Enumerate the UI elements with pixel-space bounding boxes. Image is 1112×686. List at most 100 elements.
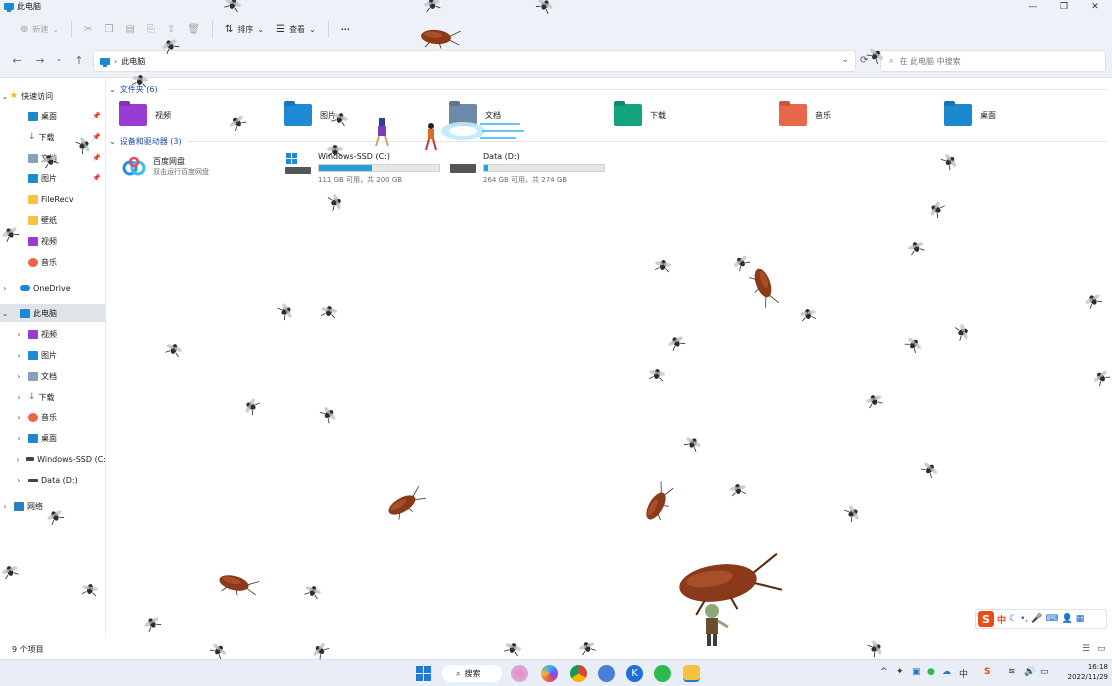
k-app-icon[interactable]: K <box>626 665 643 682</box>
recent-chevron-icon[interactable]: ⌄ <box>52 54 66 63</box>
group-divider <box>167 89 1107 90</box>
file-explorer-icon[interactable] <box>683 665 700 682</box>
sidebar-this-pc[interactable]: ⌄ 此电脑 <box>0 304 106 322</box>
document-folder-icon <box>449 104 477 126</box>
sidebar-item-documents[interactable]: 文档 📌 <box>0 149 106 167</box>
folder-desktop[interactable]: 桌面 <box>944 101 996 129</box>
sidebar-pc-desktop[interactable]: › 桌面 <box>0 429 106 447</box>
wifi-icon[interactable]: ≋ <box>1008 667 1016 677</box>
forward-arrow-icon[interactable]: → <box>33 54 47 67</box>
sidebar-quick-access[interactable]: ⌄ ★ 快速访问 <box>0 87 106 105</box>
address-bar[interactable]: › 此电脑 ⌄ <box>93 50 856 72</box>
folder-downloads[interactable]: 下载 <box>614 101 666 129</box>
expand-chevron-icon[interactable]: ⌄ <box>0 309 10 318</box>
details-view-icon[interactable]: ☰ <box>1082 644 1090 654</box>
pin-icon: 📌 <box>92 112 101 120</box>
battery-icon[interactable]: ▭ <box>1040 667 1049 677</box>
copy-button[interactable]: ❐ <box>98 18 119 40</box>
sort-button[interactable]: ⇅ 排序 ⌄ <box>219 18 270 40</box>
search-input[interactable]: ⌕ 在 此电脑 中搜索 <box>880 50 1106 72</box>
drive-d[interactable]: Data (D:) 264 GB 可用，共 274 GB <box>449 152 605 185</box>
expand-chevron-icon[interactable]: › <box>14 476 24 485</box>
sidebar-pc-drive-d[interactable]: › Data (D:) <box>0 471 106 489</box>
punctuation-icon[interactable]: •, <box>1020 614 1028 624</box>
address-dropdown-icon[interactable]: ⌄ <box>841 55 849 65</box>
delete-button[interactable]: 🗑 <box>181 18 206 40</box>
chrome-icon[interactable] <box>570 665 587 682</box>
tray-ime-mode-icon[interactable]: 中 <box>959 667 968 680</box>
sidebar-pc-pictures[interactable]: › 图片 <box>0 346 106 364</box>
sidebar-network[interactable]: › 网络 <box>0 497 106 515</box>
microphone-icon[interactable]: 🎤 <box>1031 614 1042 624</box>
expand-chevron-icon[interactable]: › <box>14 351 24 360</box>
rename-button[interactable]: ⎘ <box>141 18 161 40</box>
photos-app-icon[interactable] <box>541 665 558 682</box>
expand-chevron-icon[interactable]: ⌄ <box>0 92 10 101</box>
tray-cloud-icon[interactable]: ☁ <box>942 667 951 677</box>
back-arrow-icon[interactable]: ← <box>10 54 24 67</box>
sidebar-item-downloads[interactable]: ↓ 下载 📌 <box>0 128 106 146</box>
browser-app-icon[interactable] <box>598 665 615 682</box>
expand-chevron-icon[interactable]: › <box>14 455 22 464</box>
sidebar-pc-documents[interactable]: › 文档 <box>0 367 106 385</box>
folder-videos[interactable]: 视频 <box>119 101 171 129</box>
sidebar-pc-downloads[interactable]: › ↓ 下载 <box>0 388 106 406</box>
up-arrow-icon[interactable]: ↑ <box>72 54 86 67</box>
sidebar-item-wallpaper[interactable]: 壁纸 <box>0 211 106 229</box>
folders-group-header[interactable]: ⌄ 文件夹 (6) <box>109 82 158 96</box>
breadcrumb[interactable]: 此电脑 <box>121 56 145 67</box>
sidebar-item-music[interactable]: 音乐 <box>0 253 106 271</box>
view-button[interactable]: ☰ 查看 ⌄ <box>270 18 322 40</box>
more-button[interactable]: ··· <box>335 18 356 40</box>
minimize-button[interactable]: — <box>1018 0 1048 13</box>
tray-overflow-icon[interactable]: ^ <box>880 667 888 677</box>
grid-menu-icon[interactable]: ▦ <box>1076 614 1085 624</box>
tray-app-icon[interactable]: ✦ <box>896 667 904 677</box>
widgets-icon[interactable] <box>511 665 528 682</box>
baidu-netdisk-item[interactable]: 百度网盘 双击运行百度网盘 <box>121 156 209 178</box>
windows-drive-icon <box>284 152 312 180</box>
share-button[interactable]: ⇪ <box>161 18 181 40</box>
expand-chevron-icon[interactable]: › <box>0 284 10 293</box>
tray-k-icon[interactable]: ▣ <box>912 667 921 677</box>
start-button[interactable] <box>415 665 432 682</box>
sidebar-pc-drive-c[interactable]: › Windows-SSD (C: <box>0 450 106 468</box>
keyboard-icon[interactable]: ⌨ <box>1045 614 1058 624</box>
volume-icon[interactable]: 🔊 <box>1024 667 1035 677</box>
expand-chevron-icon[interactable]: › <box>14 393 24 402</box>
tray-sogou-icon[interactable]: S <box>984 667 990 677</box>
pin-icon: 📌 <box>92 133 101 141</box>
wechat-icon[interactable] <box>654 665 671 682</box>
folder-pictures[interactable]: 图片 <box>284 101 336 129</box>
ime-toolbar[interactable]: S 中 ☾ •, 🎤 ⌨ 👤 ▦ <box>975 609 1107 629</box>
folder-documents[interactable]: 文档 <box>449 101 501 129</box>
folder-music[interactable]: 音乐 <box>779 101 831 129</box>
drive-c[interactable]: Windows-SSD (C:) 111 GB 可用，共 200 GB <box>284 152 440 185</box>
expand-chevron-icon[interactable]: › <box>14 413 24 422</box>
sidebar-item-videos[interactable]: 视频 <box>0 232 106 250</box>
expand-chevron-icon[interactable]: › <box>14 372 24 381</box>
close-button[interactable]: ✕ <box>1080 0 1110 13</box>
taskbar-search-button[interactable]: ⌕ 搜索 <box>442 665 502 682</box>
sidebar-item-filerecv[interactable]: FileRecv <box>0 190 106 208</box>
new-button[interactable]: ⊕ 新建 ⌄ <box>14 18 65 40</box>
sidebar-pc-videos[interactable]: › 视频 <box>0 325 106 343</box>
moon-icon[interactable]: ☾ <box>1009 614 1017 624</box>
ime-mode[interactable]: 中 <box>997 613 1006 626</box>
restore-button[interactable]: ❐ <box>1049 0 1079 13</box>
sidebar-item-desktop[interactable]: 桌面 📌 <box>0 107 106 125</box>
sidebar-item-pictures[interactable]: 图片 📌 <box>0 169 106 187</box>
expand-chevron-icon[interactable]: › <box>0 502 10 511</box>
tiles-view-icon[interactable]: ▭ <box>1097 644 1106 654</box>
sidebar-pc-music[interactable]: › 音乐 <box>0 408 106 426</box>
refresh-icon[interactable]: ⟳ <box>860 55 868 66</box>
clock[interactable]: 16:18 2022/11/29 <box>1060 662 1108 682</box>
user-icon[interactable]: 👤 <box>1061 614 1072 624</box>
expand-chevron-icon[interactable]: › <box>14 434 24 443</box>
devices-group-header[interactable]: ⌄ 设备和驱动器 (3) <box>109 134 182 148</box>
cut-button[interactable]: ✂ <box>78 18 98 40</box>
expand-chevron-icon[interactable]: › <box>14 330 24 339</box>
paste-button[interactable]: ▤ <box>119 18 140 40</box>
tray-wechat-icon[interactable]: ● <box>927 667 935 677</box>
sidebar-onedrive[interactable]: › OneDrive <box>0 279 106 297</box>
